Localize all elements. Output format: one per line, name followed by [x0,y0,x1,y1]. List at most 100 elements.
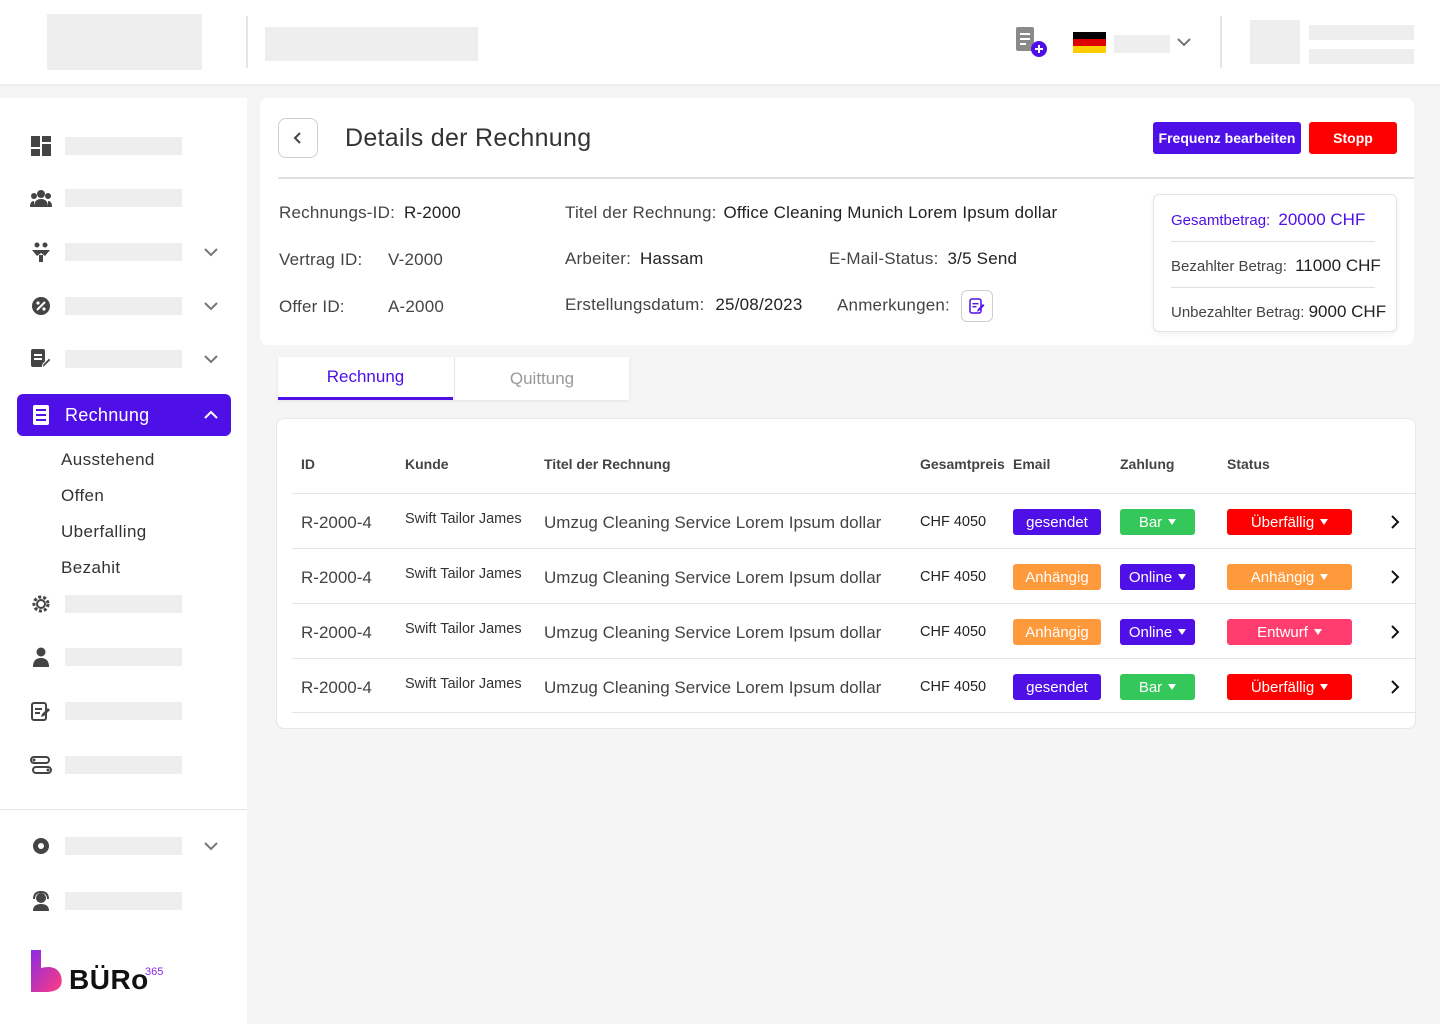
chevron-right-icon[interactable] [1389,624,1401,640]
total-amount-value: 20000 CHF [1278,210,1366,229]
row-customer: Swift Tailor James [405,511,522,527]
unpaid-amount-label: Unbezahlter Betrag: [1171,304,1305,321]
email-badge-label: Anhängig [1025,568,1089,586]
worker-label: Arbeiter: [565,249,632,268]
payment-dropdown[interactable]: Bar [1120,509,1195,535]
back-button[interactable] [278,118,318,158]
invoice-id: Rechnungs-ID: R-2000 [279,203,461,223]
cog-icon [33,838,49,854]
column-header-customer: Kunde [405,456,449,472]
invoice-title-value: Office Cleaning Munich Lorem Ipsum dolla… [723,203,1058,222]
column-header-id: ID [301,456,315,472]
table-row[interactable]: R-2000-4 Swift Tailor James Umzug Cleani… [292,493,1417,548]
top-bar [0,0,1440,84]
worker-value: Hassam [640,249,704,268]
chevron-right-icon[interactable] [1389,679,1401,695]
sidebar-item-support[interactable] [17,880,231,922]
caret-down-icon [1320,519,1329,525]
caret-down-icon [1313,629,1322,635]
status-dropdown[interactable]: Entwurf [1227,619,1352,645]
status-dropdown[interactable]: Überfällig [1227,674,1352,700]
status-label: Überfällig [1250,513,1315,531]
payment-label: Bar [1138,513,1163,531]
dashboard-icon [31,136,51,156]
email-status-label: E-Mail-Status: [829,249,939,268]
search-placeholder[interactable] [265,27,478,61]
paid-amount: Bezahlter Betrag: 11000 CHF [1171,256,1381,276]
email-badge-label: Anhängig [1025,623,1089,641]
person-icon [33,647,49,667]
sidebar-subitem-ausstehend[interactable]: Ausstehend [61,450,155,470]
sidebar-subitem-offen[interactable]: Offen [61,486,104,506]
chevron-down-icon[interactable] [1176,34,1192,55]
sidebar-item-rechnung[interactable]: Rechnung [17,394,231,436]
chevron-down-icon[interactable] [203,838,219,854]
invoice-title: Titel der Rechnung: Office Cleaning Muni… [565,203,1057,223]
chevron-down-icon[interactable] [203,351,219,367]
chevron-right-icon[interactable] [1389,514,1401,530]
payment-dropdown[interactable]: Online [1120,619,1195,645]
sidebar-item-partners[interactable] [17,231,231,273]
sidebar-subitem-uberfalling[interactable]: Uberfalling [61,522,147,542]
edit-document-icon [31,349,51,369]
status-label: Entwurf [1257,623,1308,641]
creation-date-label: Erstellungsdatum: [565,295,705,314]
german-flag-icon[interactable] [1073,32,1106,53]
payment-dropdown[interactable]: Bar [1120,674,1195,700]
row-title: Umzug Cleaning Service Lorem Ipsum dolla… [544,513,882,532]
row-price: CHF 4050 [920,624,987,640]
notes: Anmerkungen: [837,290,993,322]
sidebar-item-contracts[interactable] [17,338,231,380]
table-row[interactable]: R-2000-4 Swift Tailor James Umzug Cleani… [292,658,1417,713]
sidebar-item-notes[interactable] [17,690,231,732]
language-placeholder[interactable] [1114,35,1170,53]
sidebar-item-profile[interactable] [17,636,231,678]
sidebar-item-dashboard[interactable] [17,125,231,167]
sidebar-item-users[interactable] [17,177,231,219]
notes-button[interactable] [960,290,993,322]
caret-down-icon [1168,684,1177,690]
invoice-title-label: Titel der Rechnung: [565,203,717,222]
caret-down-icon [1178,629,1187,635]
column-header-price: Gesamtpreis [920,456,1005,472]
chevron-up-icon[interactable] [203,407,219,423]
edit-frequency-button[interactable]: Frequenz bearbeiten [1153,122,1301,154]
chevron-down-icon[interactable] [203,298,219,314]
offer-id-link[interactable]: A-2000 [388,297,444,317]
sidebar-item-config[interactable] [17,825,231,867]
sidebar-item-routes[interactable] [17,744,231,786]
tab-rechnung[interactable]: Rechnung [278,357,453,400]
sidebar-item-settings[interactable] [17,583,231,625]
chevron-right-icon[interactable] [1389,569,1401,585]
logo-superscript: 365 [145,966,164,978]
unpaid-amount: Unbezahlter Betrag: 9000 CHF [1171,302,1386,322]
contract-id-link[interactable]: V-2000 [388,250,443,270]
status-dropdown[interactable]: Überfällig [1227,509,1352,535]
tab-bar: Rechnung Quittung [278,357,629,400]
contract-id-label: Vertrag ID: [279,250,363,269]
table-row[interactable]: R-2000-4 Swift Tailor James Umzug Cleani… [292,603,1417,658]
caret-down-icon [1168,519,1177,525]
status-dropdown[interactable]: Anhängig [1227,564,1352,590]
row-customer: Swift Tailor James [405,676,522,692]
chevron-down-icon[interactable] [203,244,219,260]
sidebar-subitem-bezahit[interactable]: Bezahit [61,558,121,578]
add-document-icon[interactable] [1014,26,1050,60]
table-row[interactable]: R-2000-4 Swift Tailor James Umzug Cleani… [292,548,1417,603]
email-badge: Anhängig [1013,619,1101,645]
row-id: R-2000-4 [301,513,372,532]
stop-button[interactable]: Stopp [1309,122,1397,154]
total-amount-label: Gesamtbetrag: [1171,212,1271,229]
buero-logo: BÜRo 365 [31,950,171,1000]
header-divider [278,177,1414,179]
sidebar-item-label: Rechnung [65,404,150,425]
row-id: R-2000-4 [301,623,372,642]
email-badge-label: gesendet [1026,678,1088,696]
sidebar-item-offers[interactable] [17,285,231,327]
page-title: Details der Rechnung [345,124,592,152]
avatar[interactable] [1250,20,1300,64]
tab-quittung[interactable]: Quittung [454,357,629,400]
offer-id-label: Offer ID: [279,297,345,316]
payment-dropdown[interactable]: Online [1120,564,1195,590]
invoice-id-value: R-2000 [403,203,461,222]
